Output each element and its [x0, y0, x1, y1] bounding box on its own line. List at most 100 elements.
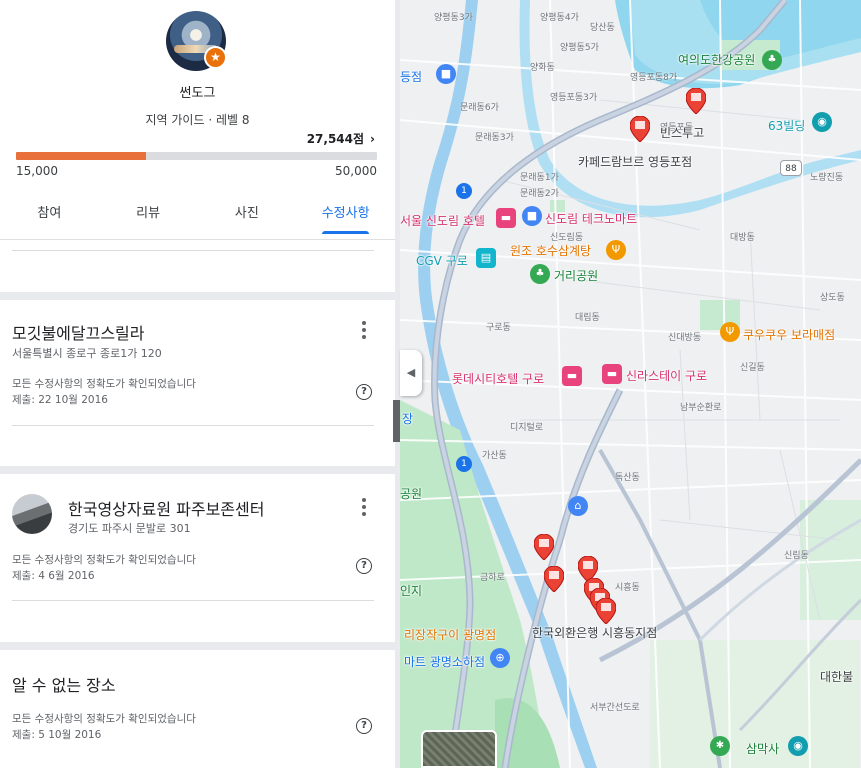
poi-label[interactable]: 장	[402, 410, 413, 427]
progress-min-label: 15,000	[16, 164, 58, 178]
divider	[12, 600, 374, 601]
tab-reviews[interactable]: 리뷰	[99, 194, 198, 240]
poi-label[interactable]: 대한불	[820, 668, 853, 685]
poi-label[interactable]: 여의도한강공원	[678, 51, 755, 68]
poi-label[interactable]: 공원	[400, 485, 422, 502]
edit-marker-pin-icon[interactable]	[544, 566, 564, 592]
edit-place-address: 경기도 파주시 문발로 301	[68, 522, 191, 535]
divider	[12, 425, 374, 426]
more-options-icon[interactable]	[357, 497, 371, 519]
edit-place-title[interactable]: 알 수 없는 장소	[12, 672, 116, 696]
panel-scrollbar[interactable]	[393, 400, 400, 442]
progress-max-label: 50,000	[335, 164, 377, 178]
district-label: 문래동2가	[520, 189, 559, 199]
section-separator	[0, 292, 395, 300]
hiking-icon[interactable]: ✱	[710, 736, 730, 756]
edits-list[interactable]: 모깃불에달끄스릴라 서울특별시 종로구 종로1가 120 모든 수정사항의 정확…	[0, 240, 395, 768]
map-canvas[interactable]: 양평동3가 양평동4가 양평동5가 영등포동8가 영등포동 영등포동3가 문래동…	[400, 0, 861, 768]
shopping-icon[interactable]: ■	[522, 206, 542, 226]
collapse-panel-button[interactable]: ◀	[400, 350, 422, 396]
place-thumbnail[interactable]	[12, 494, 52, 534]
help-icon[interactable]: ?	[356, 558, 372, 574]
district-label: 남부순환로	[680, 403, 722, 413]
district-label: 대방동	[730, 233, 755, 243]
tab-photos[interactable]: 사진	[198, 194, 297, 240]
profile-header: ★ 썬도그 지역 가이드 · 레벨 8 27,544점 › 15,000 50,0…	[0, 0, 395, 240]
help-icon[interactable]: ?	[356, 718, 372, 734]
chevron-left-icon: ◀	[406, 366, 416, 379]
district-label: 노량진동	[810, 173, 844, 183]
tab-bar: 참여 리뷰 사진 수정사항	[0, 194, 395, 240]
district-label: 양화동	[530, 63, 555, 73]
poi-label[interactable]: 빈스투고	[660, 124, 704, 141]
edit-status: 모든 수정사항의 정확도가 확인되었습니다	[12, 554, 196, 566]
cinema-icon[interactable]: ▤	[476, 248, 496, 268]
profile-level: 지역 가이드 · 레벨 8	[145, 113, 250, 127]
poi-label[interactable]: 서울 신도림 호텔	[400, 212, 485, 229]
district-label: 금하로	[480, 573, 505, 583]
district-label: 독산동	[615, 473, 640, 483]
hotel-icon[interactable]: ▬	[602, 364, 622, 384]
poi-label[interactable]: 한국외환은행 시흥동지점	[532, 624, 657, 641]
district-label: 문래동6가	[460, 103, 499, 113]
poi-label[interactable]: 신라스테이 구로	[626, 367, 707, 384]
poi-label[interactable]: 거리공원	[554, 267, 598, 284]
poi-label[interactable]: 리장작구이 광명점	[404, 626, 496, 643]
shopping-icon[interactable]: ■	[436, 64, 456, 84]
points-link[interactable]: 27,544점 ›	[307, 130, 375, 147]
district-label: 대림동	[575, 313, 600, 323]
layers-toggle-thumbnail[interactable]	[421, 730, 497, 768]
district-label: 신대방동	[668, 333, 702, 343]
edit-marker-pin-icon[interactable]	[534, 534, 554, 560]
edit-marker-pin-icon[interactable]	[630, 116, 650, 142]
poi-label[interactable]: 삼막사	[746, 740, 779, 757]
poi-label[interactable]: 인지	[400, 582, 422, 599]
edit-place-title[interactable]: 한국영상자료원 파주보존센터	[68, 496, 264, 520]
section-separator	[0, 466, 395, 474]
edit-date: 제출: 22 10월 2016	[12, 394, 108, 406]
poi-label[interactable]: CGV 구로	[416, 252, 468, 269]
poi-label[interactable]: 쿠우쿠우 보라매점	[743, 326, 835, 343]
district-label: 양평동3가	[434, 13, 473, 23]
tab-edits[interactable]: 수정사항	[296, 194, 395, 240]
hotel-icon[interactable]: ▬	[496, 208, 516, 228]
district-label: 신림동	[784, 551, 809, 561]
park-icon[interactable]: ♣	[762, 50, 782, 70]
camera-icon[interactable]: ◉	[812, 112, 832, 132]
poi-label[interactable]: 마트 광명소하점	[404, 653, 485, 670]
edit-date: 제출: 5 10월 2016	[12, 729, 102, 741]
edit-place-title[interactable]: 모깃불에달끄스릴라	[12, 320, 144, 344]
poi-label[interactable]: 원조 호수삼계탕	[510, 242, 591, 259]
district-label: 상도동	[820, 293, 845, 303]
district-label: 영등포동3가	[550, 93, 598, 103]
section-separator	[0, 642, 395, 650]
district-label: 신길동	[740, 363, 765, 373]
camera-icon[interactable]: ◉	[788, 736, 808, 756]
poi-label[interactable]: 카페드람브르 영등포점	[578, 153, 692, 170]
district-label: 서부간선도로	[590, 703, 640, 713]
edit-status: 모든 수정사항의 정확도가 확인되었습니다	[12, 713, 196, 725]
edit-marker-pin-icon[interactable]	[596, 598, 616, 624]
restaurant-icon[interactable]: Ψ	[720, 322, 740, 342]
edit-marker-pin-icon[interactable]	[686, 88, 706, 114]
poi-label[interactable]: 롯데시티호텔 구로	[452, 370, 544, 387]
park-icon[interactable]: ♣	[530, 264, 550, 284]
more-options-icon[interactable]	[357, 320, 371, 342]
route-badge: 1	[456, 456, 472, 472]
shopping-cart-icon[interactable]: ⊕	[490, 648, 510, 668]
edit-date: 제출: 4 6월 2016	[12, 570, 95, 582]
home-icon[interactable]: ⌂	[568, 496, 588, 516]
help-icon[interactable]: ?	[356, 384, 372, 400]
hotel-icon[interactable]: ▬	[562, 366, 582, 386]
divider	[12, 250, 374, 251]
points-value: 27,544점	[306, 132, 365, 146]
district-label: 양평동5가	[560, 43, 599, 53]
district-label: 문래동1가	[520, 173, 559, 183]
poi-label[interactable]: 신도림 테크노마트	[545, 210, 637, 227]
restaurant-icon[interactable]: Ψ	[606, 240, 626, 260]
poi-label[interactable]: 63빌딩	[768, 117, 805, 134]
tab-participate[interactable]: 참여	[0, 194, 99, 240]
district-label: 시흥동	[615, 583, 640, 593]
district-label: 구로동	[486, 323, 511, 333]
poi-label[interactable]: 등점	[400, 68, 422, 85]
